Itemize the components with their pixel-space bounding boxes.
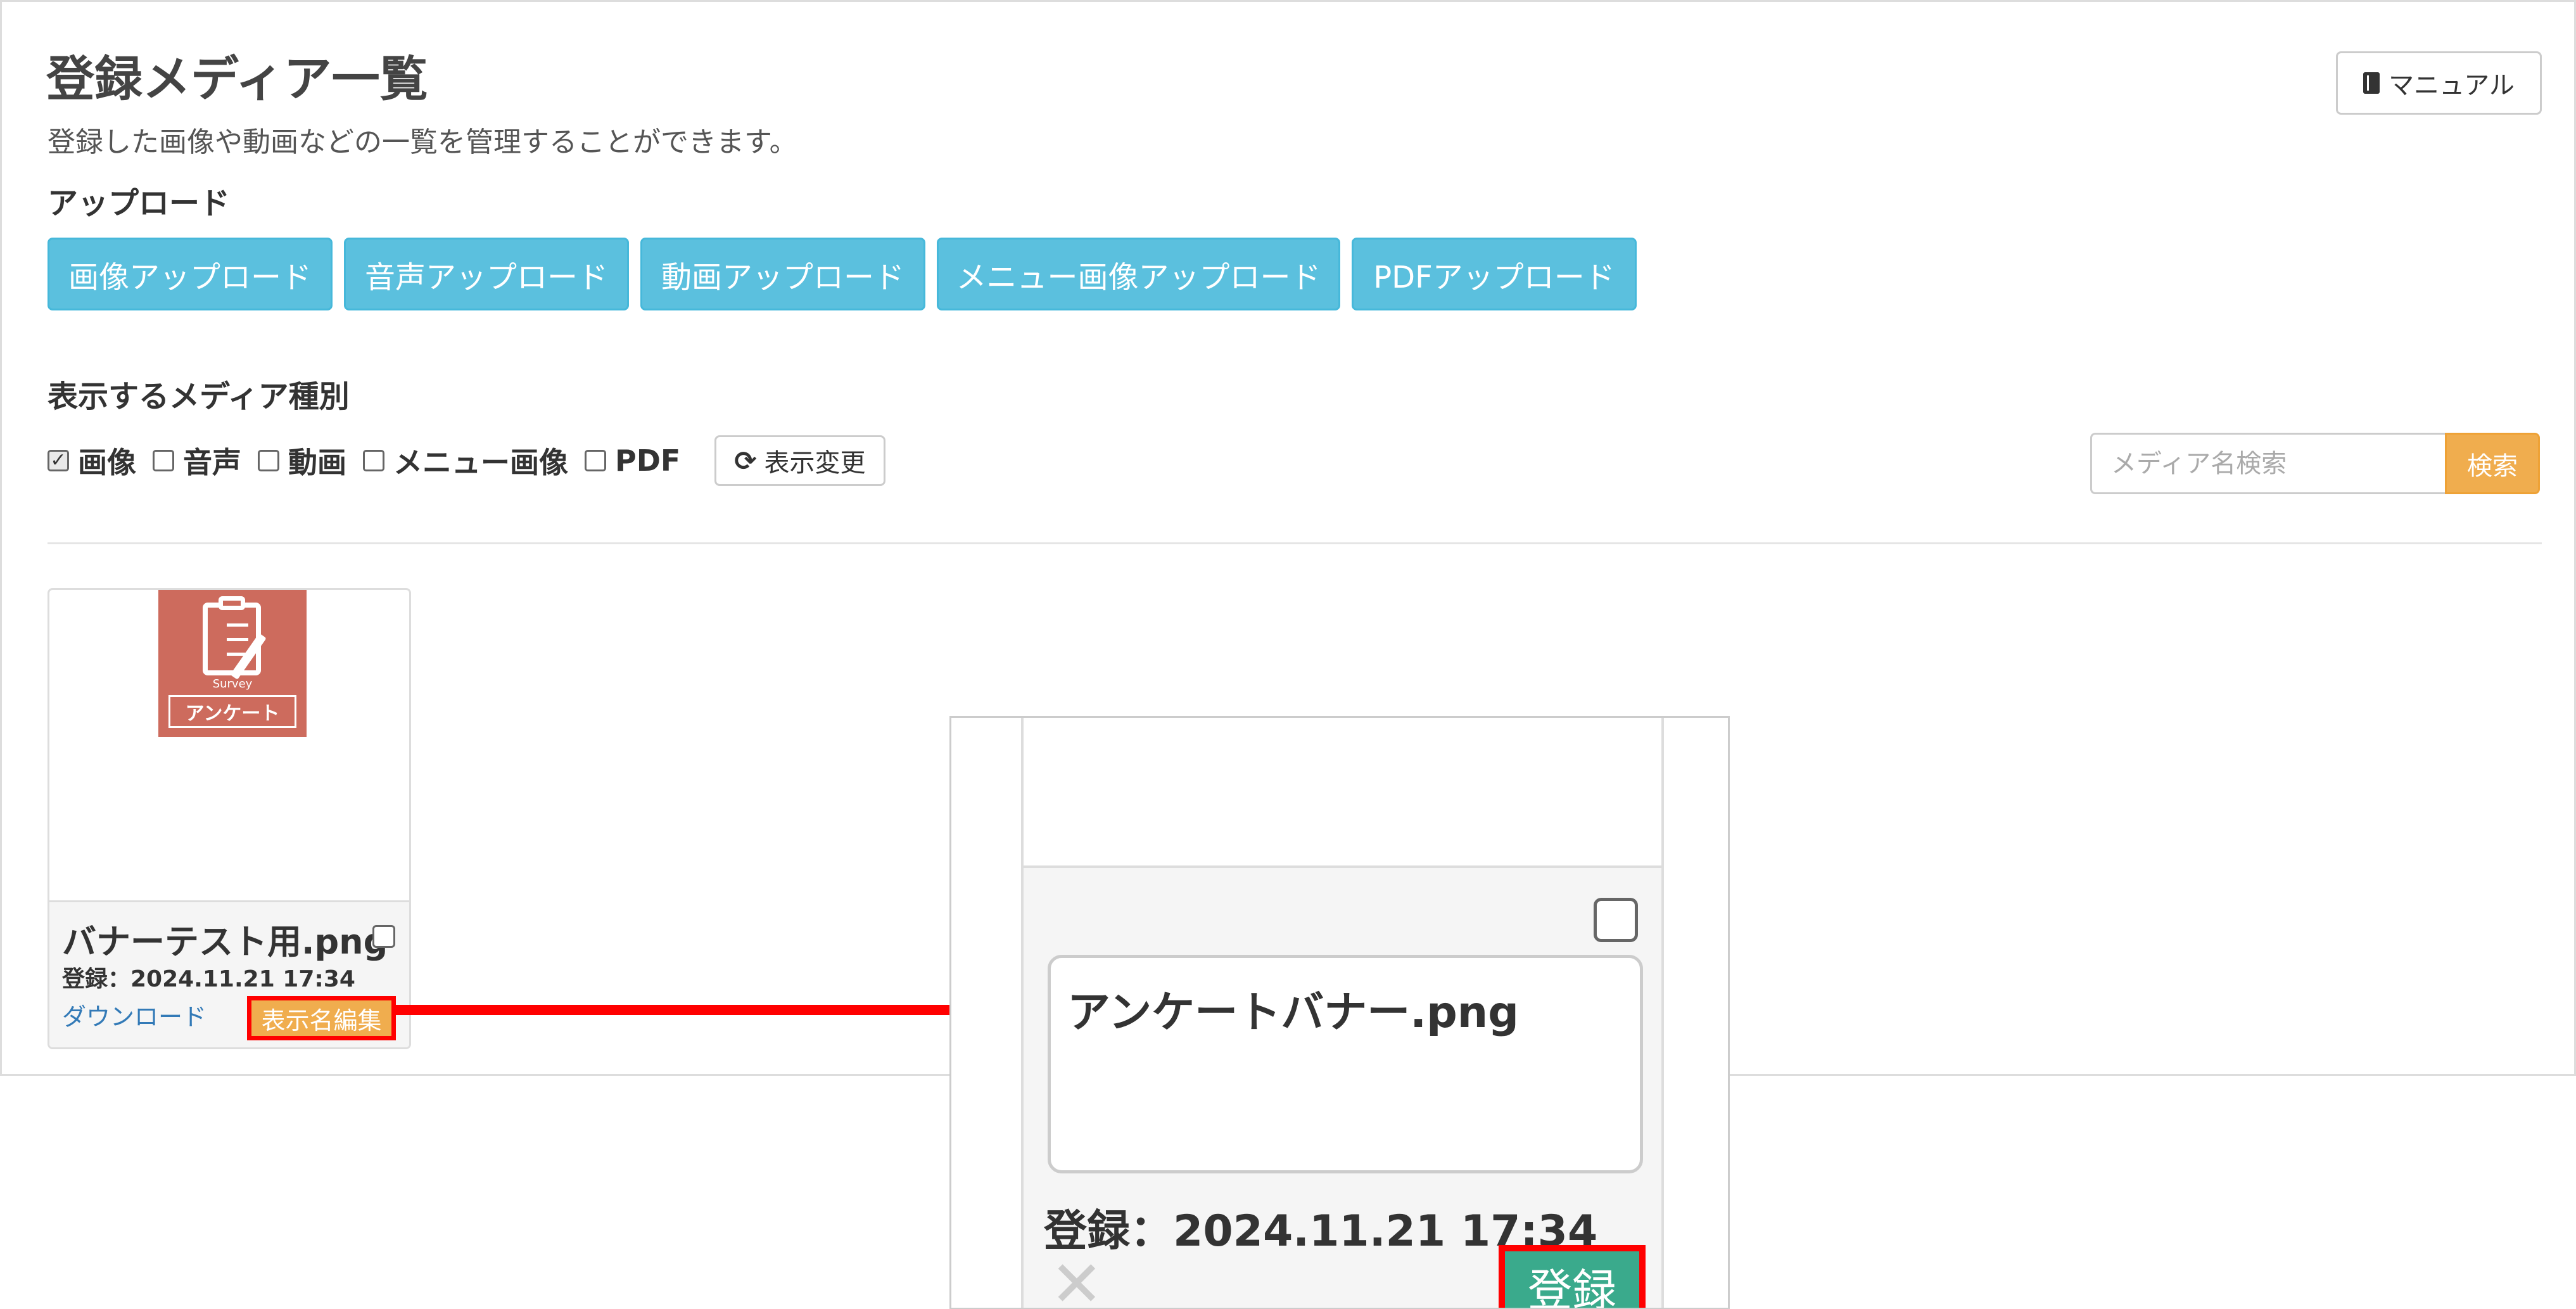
register-button[interactable]: 登録 (1499, 1245, 1646, 1308)
display-name-input[interactable]: アンケートバナー.png (1048, 955, 1643, 1173)
media-card-info: バナーテスト用.png 登録：2024.11.21 17:34 ダウンロード 表… (49, 900, 409, 1047)
search-button[interactable]: 検索 (2445, 433, 2540, 494)
zoom-media-card: アンケートバナー.png 登録：2024.11.21 17:34 ✕ 登録 (1021, 718, 1664, 1308)
zoom-callout: アンケートバナー.png 登録：2024.11.21 17:34 ✕ 登録 (949, 716, 1730, 1309)
filter-video-checkbox[interactable] (258, 450, 279, 471)
pdf-upload-button[interactable]: PDFアップロード (1352, 238, 1637, 310)
zoom-card-thumbnail-area (1024, 718, 1661, 868)
media-select-checkbox[interactable] (372, 925, 395, 948)
media-date: 登録：2024.11.21 17:34 (62, 966, 355, 992)
media-type-section-label: 表示するメディア種別 (48, 379, 350, 414)
filter-pdf-checkbox[interactable] (585, 450, 606, 471)
apply-filter-button[interactable]: ⟳ 表示変更 (714, 435, 885, 486)
manual-button-label: マニュアル (2389, 71, 2515, 100)
filter-image-checkbox[interactable] (48, 450, 69, 471)
media-type-filter: 画像 音声 動画 メニュー画像 PDF ⟳ 表示変更 (48, 435, 885, 486)
zoom-select-checkbox[interactable] (1594, 898, 1638, 942)
refresh-icon: ⟳ (734, 445, 757, 476)
audio-upload-button[interactable]: 音声アップロード (344, 238, 629, 310)
menu-image-upload-button[interactable]: メニュー画像アップロード (937, 238, 1340, 310)
filter-image-label: 画像 (78, 445, 136, 480)
image-upload-button[interactable]: 画像アップロード (48, 238, 333, 310)
media-name: バナーテスト用.png (62, 922, 388, 962)
filter-pdf-label: PDF (615, 444, 681, 478)
close-icon[interactable]: ✕ (1050, 1253, 1103, 1308)
media-thumbnail[interactable]: Survey アンケート (158, 590, 307, 737)
callout-arrow-line (394, 1005, 983, 1015)
upload-button-group: 画像アップロード 音声アップロード 動画アップロード メニュー画像アップロード … (48, 238, 1648, 310)
edit-display-name-button[interactable]: 表示名編集 (247, 996, 396, 1040)
filter-menu-image-checkbox[interactable] (363, 450, 384, 471)
media-card: Survey アンケート バナーテスト用.png 登録：2024.11.21 1… (48, 588, 411, 1049)
book-icon (2363, 72, 2380, 94)
thumbnail-banner: アンケート (168, 695, 296, 728)
thumbnail-caption: Survey (212, 677, 253, 691)
download-link[interactable]: ダウンロード (62, 997, 206, 1032)
section-divider (48, 542, 2542, 544)
apply-filter-label: 表示変更 (764, 449, 866, 478)
filter-video-label: 動画 (288, 445, 346, 480)
filter-menu-image-label: メニュー画像 (393, 445, 568, 480)
upload-section-label: アップロード (48, 186, 231, 221)
media-search-input[interactable] (2090, 433, 2445, 494)
manual-button[interactable]: マニュアル (2336, 51, 2542, 115)
media-search: 検索 (2090, 433, 2540, 494)
page-title: 登録メディア一覧 (46, 51, 428, 107)
filter-audio-label: 音声 (183, 445, 241, 480)
page-description: 登録した画像や動画などの一覧を管理することができます。 (48, 126, 797, 158)
clipboard-icon (203, 603, 261, 675)
clipboard-clip (219, 596, 245, 610)
video-upload-button[interactable]: 動画アップロード (640, 238, 925, 310)
filter-audio-checkbox[interactable] (153, 450, 174, 471)
